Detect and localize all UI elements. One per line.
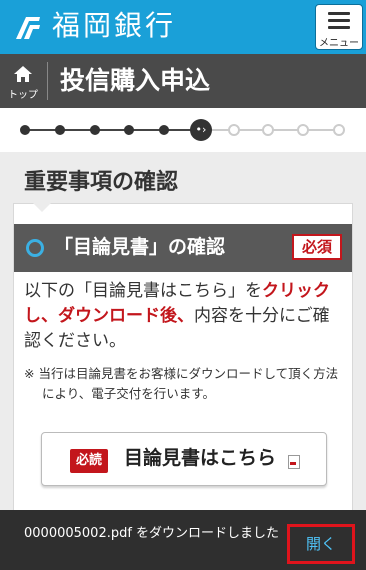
fukuoka-bank-logo xyxy=(16,17,40,39)
home-label: トップ xyxy=(8,90,38,101)
home-button[interactable]: トップ xyxy=(0,54,46,108)
progress-step-done xyxy=(159,125,169,135)
title-bar: トップ 投信購入申込 xyxy=(0,54,366,108)
app-header: 福岡銀行 メニュー xyxy=(0,0,366,54)
progress-step-current: •› xyxy=(190,119,212,141)
prospectus-card: 「目論見書」の確認 必須 以下の「目論見書はこちら」をクリックし、ダウンロード後… xyxy=(13,203,353,523)
progress-step-todo xyxy=(333,124,345,136)
menu-button[interactable]: メニュー xyxy=(315,4,363,50)
home-icon xyxy=(14,66,32,82)
circle-icon xyxy=(26,239,44,257)
progress-indicator: •› xyxy=(0,108,366,152)
pdf-file-icon xyxy=(288,455,300,469)
card-title: 「目論見書」の確認 xyxy=(54,236,226,258)
progress-step-todo xyxy=(297,124,309,136)
note-text: ※ 当行は目論見書をお客様にダウンロードして頂く方法により、電子交付を行います。 xyxy=(24,366,339,401)
page-title: 投信購入申込 xyxy=(60,66,211,95)
open-file-button[interactable]: 開く xyxy=(287,524,355,564)
progress-step-done xyxy=(124,125,134,135)
title-divider xyxy=(47,62,48,100)
card-notch xyxy=(33,203,51,212)
card-header: 「目論見書」の確認 必須 xyxy=(14,224,352,272)
progress-track xyxy=(25,129,341,131)
progress-step-todo xyxy=(228,124,240,136)
menu-label: メニュー xyxy=(319,38,359,49)
progress-step-done xyxy=(20,125,30,135)
bank-name: 福岡銀行 xyxy=(52,9,177,42)
must-read-badge: 必読 xyxy=(70,449,108,473)
instruction-part1: 以下の「目論見書はこちら」を xyxy=(24,281,262,301)
download-toast: 0000005002.pdf をダウンロードしました 開く xyxy=(0,510,366,570)
section-heading: 重要事項の確認 xyxy=(24,170,179,195)
progress-step-done xyxy=(55,125,65,135)
required-badge: 必須 xyxy=(292,234,342,260)
progress-step-todo xyxy=(262,124,274,136)
prospectus-download-button[interactable]: 必読 目論見書はこちら xyxy=(41,432,327,486)
download-label: 目論見書はこちら xyxy=(124,447,277,469)
hamburger-icon xyxy=(328,12,350,29)
toast-message: 0000005002.pdf をダウンロードしました xyxy=(24,526,280,541)
instruction-text: 以下の「目論見書はこちら」をクリックし、ダウンロード後、内容を十分にご確認くださ… xyxy=(24,279,346,354)
progress-step-done xyxy=(90,125,100,135)
